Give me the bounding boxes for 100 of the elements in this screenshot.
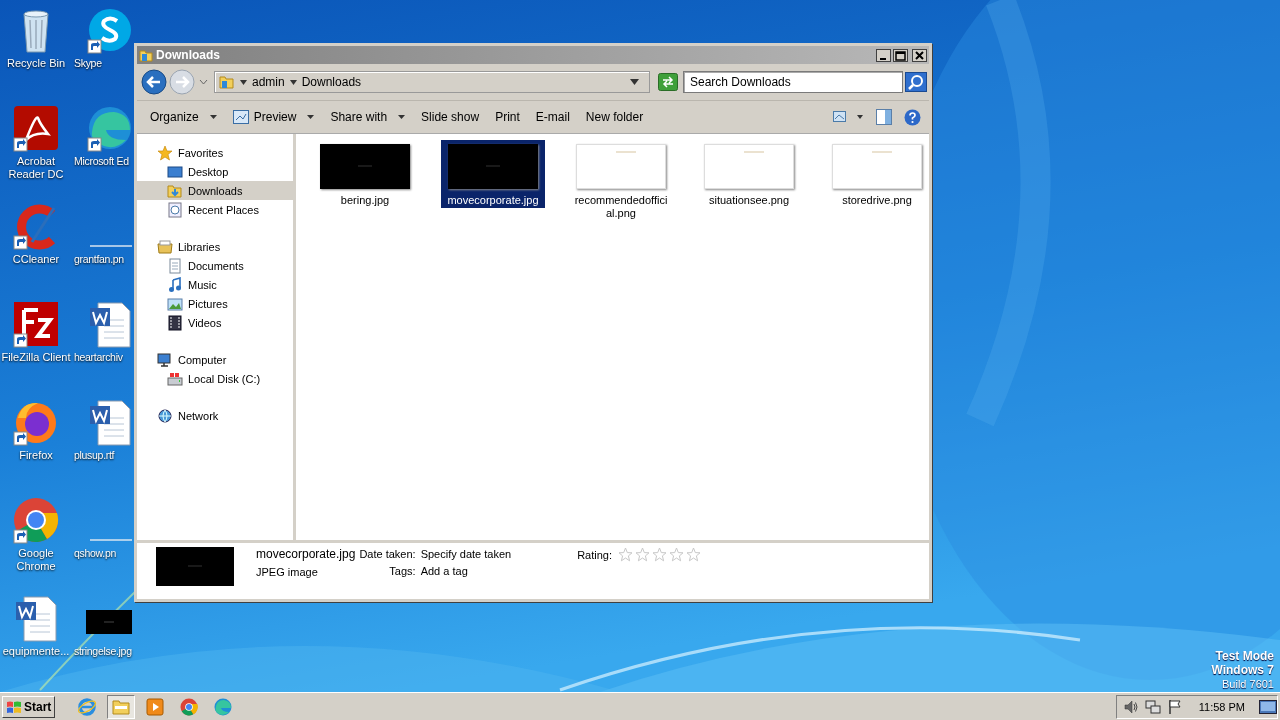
system-notice-text: Test Mode — [1215, 649, 1274, 663]
icon-label: Recycle Bin — [5, 57, 67, 70]
icon-label: Acrobat Reader DC — [7, 155, 65, 181]
caret-icon[interactable] — [240, 79, 247, 85]
property-label: Rating: — [577, 548, 613, 561]
toolbar-button[interactable]: Preview — [225, 107, 322, 127]
file-item[interactable]: situationsee.png — [697, 140, 801, 208]
system-notice-text: Build 7601 — [1222, 677, 1274, 691]
disk-drive-icon — [167, 370, 183, 387]
folder-icon — [219, 74, 235, 90]
navigation-item[interactable]: Music — [137, 275, 293, 294]
navigation-item[interactable]: Downloads — [137, 181, 293, 200]
file-item[interactable]: bering.jpg — [313, 140, 417, 208]
property-label: Tags: — [388, 565, 416, 577]
flag-icon[interactable] — [1166, 698, 1183, 715]
refresh-button[interactable] — [658, 73, 678, 91]
filezilla-icon[interactable] — [12, 300, 60, 348]
speaker-icon[interactable] — [1122, 698, 1139, 715]
navigation-item[interactable]: Network — [137, 406, 293, 425]
navigation-item[interactable]: Local Disk (C:) — [137, 369, 293, 388]
icon-label: stringelse.jpg — [74, 645, 132, 658]
icon-label: Google Chrome — [15, 547, 57, 573]
star-icon[interactable] — [669, 547, 685, 562]
toolbar-button[interactable]: Print — [488, 107, 527, 127]
recent-places-icon — [167, 201, 183, 218]
library-icon — [157, 238, 173, 255]
minimize-button[interactable] — [876, 48, 891, 62]
breadcrumb[interactable]: admin — [252, 75, 285, 89]
download-folder-icon — [167, 182, 183, 199]
file-name: movecorporate.jpg — [256, 547, 356, 561]
clock[interactable]: 11:58 PM — [1198, 700, 1245, 713]
search-button[interactable] — [905, 72, 927, 92]
toolbar-button[interactable]: E-mail — [528, 107, 577, 127]
file-type: JPEG image — [256, 566, 319, 578]
property-value[interactable]: Add a tag — [420, 565, 512, 577]
acrobat-reader-icon[interactable] — [12, 104, 60, 152]
edge-icon[interactable] — [86, 104, 134, 152]
address-bar[interactable]: admin Downloads — [214, 71, 650, 93]
toolbar-button[interactable]: Share with — [323, 107, 413, 127]
navigation-item[interactable]: Pictures — [137, 294, 293, 313]
film-icon — [167, 314, 183, 331]
start-button[interactable]: Start — [2, 695, 56, 718]
preview-icon — [232, 110, 249, 124]
star-icon[interactable] — [635, 547, 651, 562]
file-item[interactable]: storedrive.png — [825, 140, 929, 208]
chrome-icon — [179, 696, 200, 717]
star-icon[interactable] — [686, 547, 702, 562]
icon-label: grantfan.pn — [74, 253, 124, 266]
back-button[interactable] — [141, 69, 167, 95]
caret-icon — [209, 115, 217, 119]
edge-icon — [213, 696, 234, 717]
close-button[interactable] — [912, 48, 927, 62]
caret-icon — [307, 115, 315, 119]
icon-label: heartarchiv — [74, 351, 123, 364]
navigation-item[interactable]: Videos — [137, 313, 293, 332]
file-item[interactable]: movecorporate.jpg — [441, 140, 545, 208]
navigation-item[interactable]: Desktop — [137, 162, 293, 181]
navigation-item[interactable]: Documents — [137, 256, 293, 275]
icon-label: CCleaner — [11, 253, 61, 266]
show-desktop-icon[interactable] — [1259, 698, 1277, 715]
star-icon[interactable] — [618, 547, 634, 562]
preview-pane-button[interactable] — [876, 109, 892, 125]
window-title: Downloads — [156, 48, 220, 62]
music-note-icon — [167, 276, 183, 293]
folder-icon — [139, 48, 153, 62]
search-field[interactable]: Search Downloads — [683, 71, 903, 93]
star-icon — [157, 144, 173, 161]
chrome-icon[interactable] — [12, 496, 60, 544]
navigation-item[interactable]: Computer — [137, 350, 293, 369]
toolbar-button[interactable]: Slide show — [414, 107, 487, 127]
system-notice-text: Windows 7 — [1211, 663, 1274, 677]
icon-label: Firefox — [18, 449, 54, 462]
icon-label: Microsoft Ed — [74, 155, 129, 168]
toolbar-button[interactable]: New folder — [578, 107, 651, 127]
media-player-icon — [145, 696, 166, 717]
history-caret-icon[interactable] — [199, 79, 208, 85]
taskbar-button[interactable] — [107, 694, 136, 719]
icon-label: plusup.rtf — [74, 449, 115, 462]
file-item[interactable]: recommendedofficial.png — [569, 140, 673, 221]
star-icon[interactable] — [652, 547, 668, 562]
dropdown-caret-icon[interactable] — [630, 79, 639, 85]
help-icon[interactable] — [904, 108, 921, 126]
document-icon — [167, 257, 183, 274]
icon-label: equipmente... — [1, 645, 71, 658]
icon-label: qshow.pn — [74, 547, 116, 560]
caret-icon — [398, 115, 406, 119]
property-value[interactable]: Specify date taken — [420, 548, 512, 560]
network-icon[interactable] — [1144, 698, 1161, 715]
breadcrumb[interactable]: Downloads — [301, 75, 362, 89]
windows-logo-icon — [6, 699, 22, 714]
picture-icon — [167, 295, 183, 312]
maximize-button[interactable] — [893, 48, 908, 62]
desktop-icon — [167, 163, 183, 180]
skype-icon[interactable] — [86, 6, 134, 54]
view-options-button[interactable] — [832, 109, 864, 125]
toolbar-button[interactable]: Organize — [143, 107, 224, 127]
navigation-item[interactable]: Favorites — [137, 143, 293, 162]
navigation-item[interactable]: Libraries — [137, 237, 293, 256]
navigation-item[interactable]: Recent Places — [137, 200, 293, 219]
caret-icon[interactable] — [289, 79, 297, 85]
